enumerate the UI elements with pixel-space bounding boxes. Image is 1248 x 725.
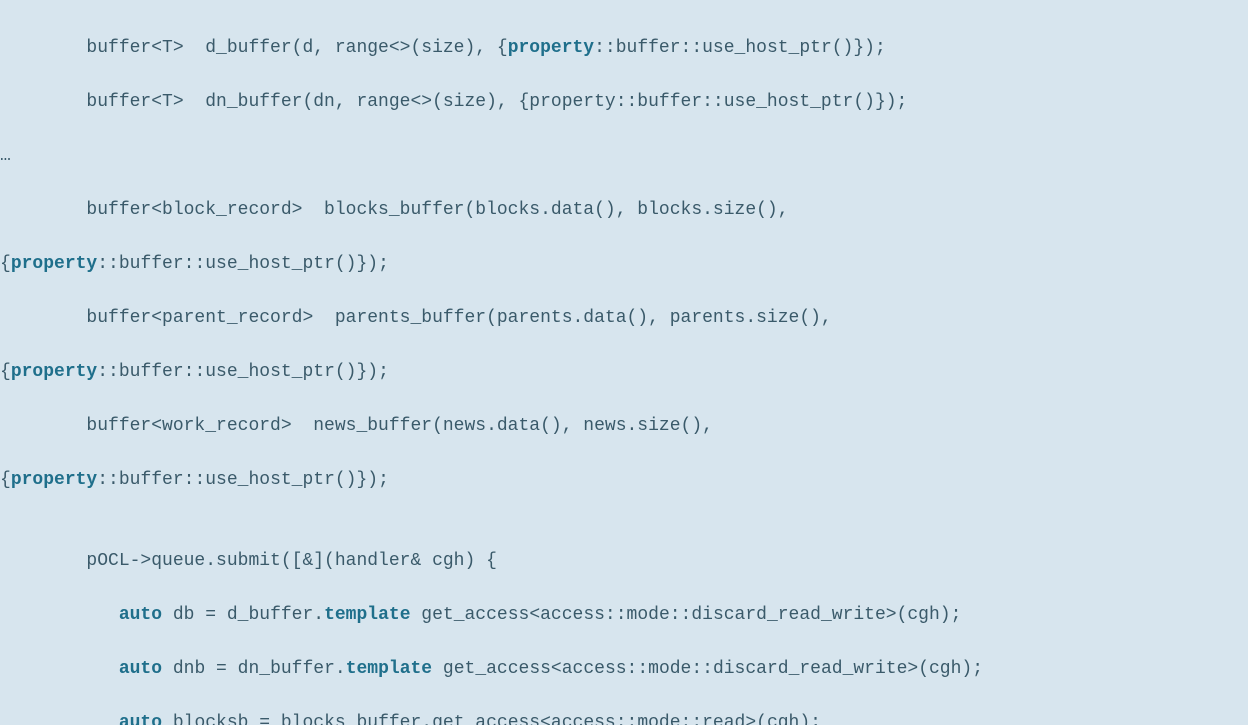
code-text [0,659,119,679]
keyword-template: template [346,659,432,679]
code-text: buffer<parent_record> parents_buffer(par… [0,308,832,328]
code-text [0,713,119,725]
keyword-property: property [11,470,97,490]
code-line: buffer<T> dn_buffer(dn, range<>(size), {… [0,89,1248,116]
code-text: ::buffer::use_host_ptr()}); [97,254,389,274]
code-text: get_access<access::mode::discard_read_wr… [432,659,983,679]
code-text: buffer<T> d_buffer(d, range<>(size), { [0,38,508,58]
code-line: {property::buffer::use_host_ptr()}); [0,359,1248,386]
code-line: pOCL->queue.submit([&](handler& cgh) { [0,548,1248,575]
code-text: ::buffer::use_host_ptr()}); [97,470,389,490]
code-line: {property::buffer::use_host_ptr()}); [0,251,1248,278]
code-text: buffer<T> dn_buffer(dn, range<>(size), {… [0,92,907,112]
keyword-property: property [508,38,594,58]
keyword-property: property [11,362,97,382]
keyword-auto: auto [119,605,162,625]
code-text: ::buffer::use_host_ptr()}); [594,38,886,58]
code-text: … [0,146,11,166]
code-line: {property::buffer::use_host_ptr()}); [0,467,1248,494]
code-line: buffer<T> d_buffer(d, range<>(size), {pr… [0,35,1248,62]
code-text: blocksb = blocks_buffer.get_access<acces… [162,713,821,725]
code-text: ::buffer::use_host_ptr()}); [97,362,389,382]
code-line: buffer<parent_record> parents_buffer(par… [0,305,1248,332]
code-line: auto blocksb = blocks_buffer.get_access<… [0,710,1248,725]
code-line: auto db = d_buffer.template get_access<a… [0,602,1248,629]
code-text: dnb = dn_buffer. [162,659,346,679]
keyword-auto: auto [119,659,162,679]
code-text: buffer<work_record> news_buffer(news.dat… [0,416,713,436]
keyword-template: template [324,605,410,625]
keyword-auto: auto [119,713,162,725]
code-text: get_access<access::mode::discard_read_wr… [411,605,962,625]
code-text: { [0,362,11,382]
keyword-property: property [11,254,97,274]
code-line: buffer<work_record> news_buffer(news.dat… [0,413,1248,440]
code-text [0,605,119,625]
code-line: buffer<block_record> blocks_buffer(block… [0,197,1248,224]
code-line: auto dnb = dn_buffer.template get_access… [0,656,1248,683]
code-text: { [0,470,11,490]
code-text: pOCL->queue.submit([&](handler& cgh) { [0,551,497,571]
code-text: buffer<block_record> blocks_buffer(block… [0,200,789,220]
code-text: db = d_buffer. [162,605,324,625]
code-text: { [0,254,11,274]
code-block: buffer<T> d_buffer(d, range<>(size), {pr… [0,0,1248,725]
code-line: … [0,143,1248,170]
